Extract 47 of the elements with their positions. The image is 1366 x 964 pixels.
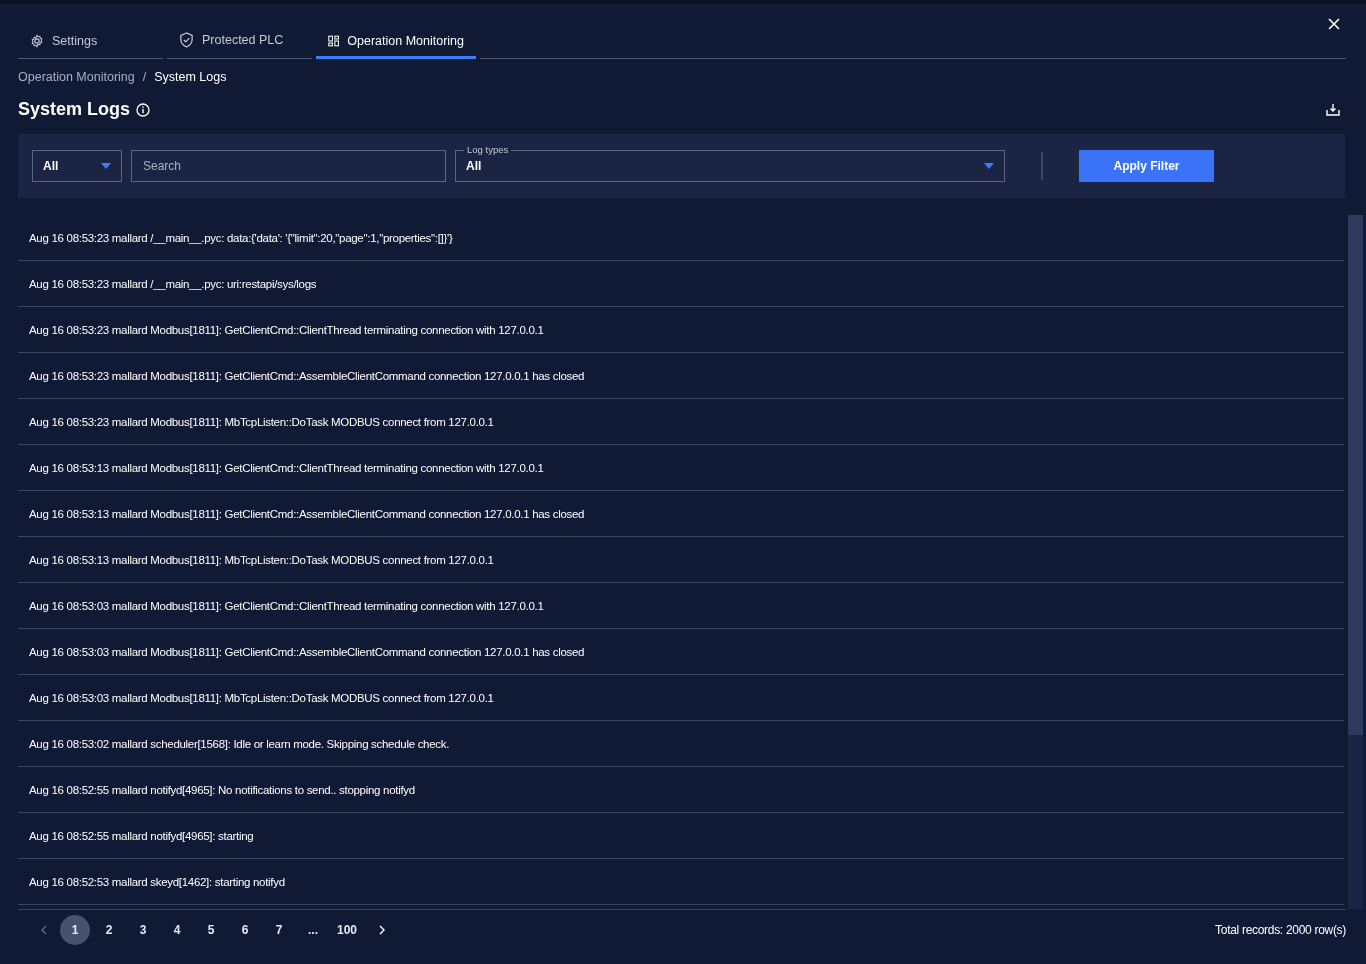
tab[interactable]: Operation Monitoring <box>316 34 476 59</box>
page-button[interactable]: 5 <box>196 915 226 945</box>
page-button[interactable]: ... <box>298 915 328 945</box>
log-entry: Aug 16 08:53:13 mallard Modbus[1811]: MbTcpListen::DoTask MODBUS connect from 127.0.0.1 <box>18 537 1344 583</box>
tab[interactable]: Protected PLC <box>167 32 312 59</box>
page-button[interactable]: 3 <box>128 915 158 945</box>
log-entry: Aug 16 08:52:55 mallard notifyd[4965]: No notifications to send.. stopping notifyd <box>18 767 1344 813</box>
log-entry: Aug 16 08:53:13 mallard Modbus[1811]: GetClientCmd::ClientThread terminating connection with 127.0.0.1 <box>18 445 1344 491</box>
page-button[interactable]: 4 <box>162 915 192 945</box>
log-entry: Aug 16 08:53:23 mallard /__main__.pyc: uri:restapi/sys/logs <box>18 261 1344 307</box>
log-entry: Aug 16 08:53:13 mallard Modbus[1811]: GetClientCmd::AssembleClientCommand connection 127.0.0.1 has closed <box>18 491 1344 537</box>
log-entry: Aug 16 08:53:02 mallard scheduler[1568]: Idle or learn mode. Skipping schedule check. <box>18 721 1344 767</box>
caret-icon <box>984 163 994 169</box>
log-entry: Aug 16 08:53:23 mallard Modbus[1811]: GetClientCmd::ClientThread terminating connection with 127.0.0.1 <box>18 307 1344 353</box>
log-entry: Aug 16 08:53:23 mallard Modbus[1811]: GetClientCmd::AssembleClientCommand connection 127.0.0.1 has closed <box>18 353 1344 399</box>
apply-filter-button[interactable]: Apply Filter <box>1079 150 1214 182</box>
close-button[interactable] <box>1326 16 1342 32</box>
previous-page-icon[interactable] <box>40 925 48 935</box>
dashboard-icon <box>328 34 340 48</box>
page-button[interactable]: 1 <box>60 915 90 945</box>
search-field[interactable]: Search <box>131 150 446 182</box>
log-entry: Aug 16 08:52:53 mallard skeyd[1462]: starting notifyd <box>18 859 1344 905</box>
page-button[interactable]: 7 <box>264 915 294 945</box>
page-title: System Logs <box>18 99 131 120</box>
caret-icon <box>101 163 111 169</box>
breadcrumb-link[interactable]: Operation Monitoring <box>18 70 135 84</box>
total-records: Total records: 2000 row(s) <box>1215 923 1346 937</box>
log-entry: Aug 16 08:53:03 mallard Modbus[1811]: GetClientCmd::ClientThread terminating connection with 127.0.0.1 <box>18 583 1344 629</box>
log-entry: Aug 16 08:53:03 mallard Modbus[1811]: GetClientCmd::AssembleClientCommand connection 127.0.0.1 has closed <box>18 629 1344 675</box>
breadcrumb-separator: / <box>142 70 147 84</box>
page-button[interactable]: 100 <box>332 915 362 945</box>
log-entry: Aug 16 08:53:03 mallard Modbus[1811]: MbTcpListen::DoTask MODBUS connect from 127.0.0.1 <box>18 675 1344 721</box>
download-icon[interactable] <box>1326 103 1340 116</box>
breadcrumb-current: System Logs <box>154 70 227 84</box>
settings-icon <box>30 34 44 48</box>
tab[interactable]: Settings <box>18 34 163 59</box>
scrollbar-thumb[interactable] <box>1348 215 1363 735</box>
log-entry: Aug 16 08:53:23 mallard Modbus[1811]: MbTcpListen::DoTask MODBUS connect from 127.0.0.1 <box>18 399 1344 445</box>
log-entry: Aug 16 08:52:55 mallard notifyd[4965]: starting <box>18 813 1344 859</box>
info-icon[interactable] <box>136 102 151 117</box>
next-page-icon[interactable] <box>378 925 386 935</box>
page-button[interactable]: 2 <box>94 915 124 945</box>
close-icon <box>1328 18 1340 30</box>
log-entry: Aug 16 08:53:23 mallard /__main__.pyc: data:{'data': '{"limit":20,"page":1,"properties":[]}'} <box>18 215 1344 261</box>
scope-dropdown[interactable]: All <box>32 150 122 182</box>
shield-check-icon <box>179 32 194 48</box>
page-button[interactable]: 6 <box>230 915 260 945</box>
